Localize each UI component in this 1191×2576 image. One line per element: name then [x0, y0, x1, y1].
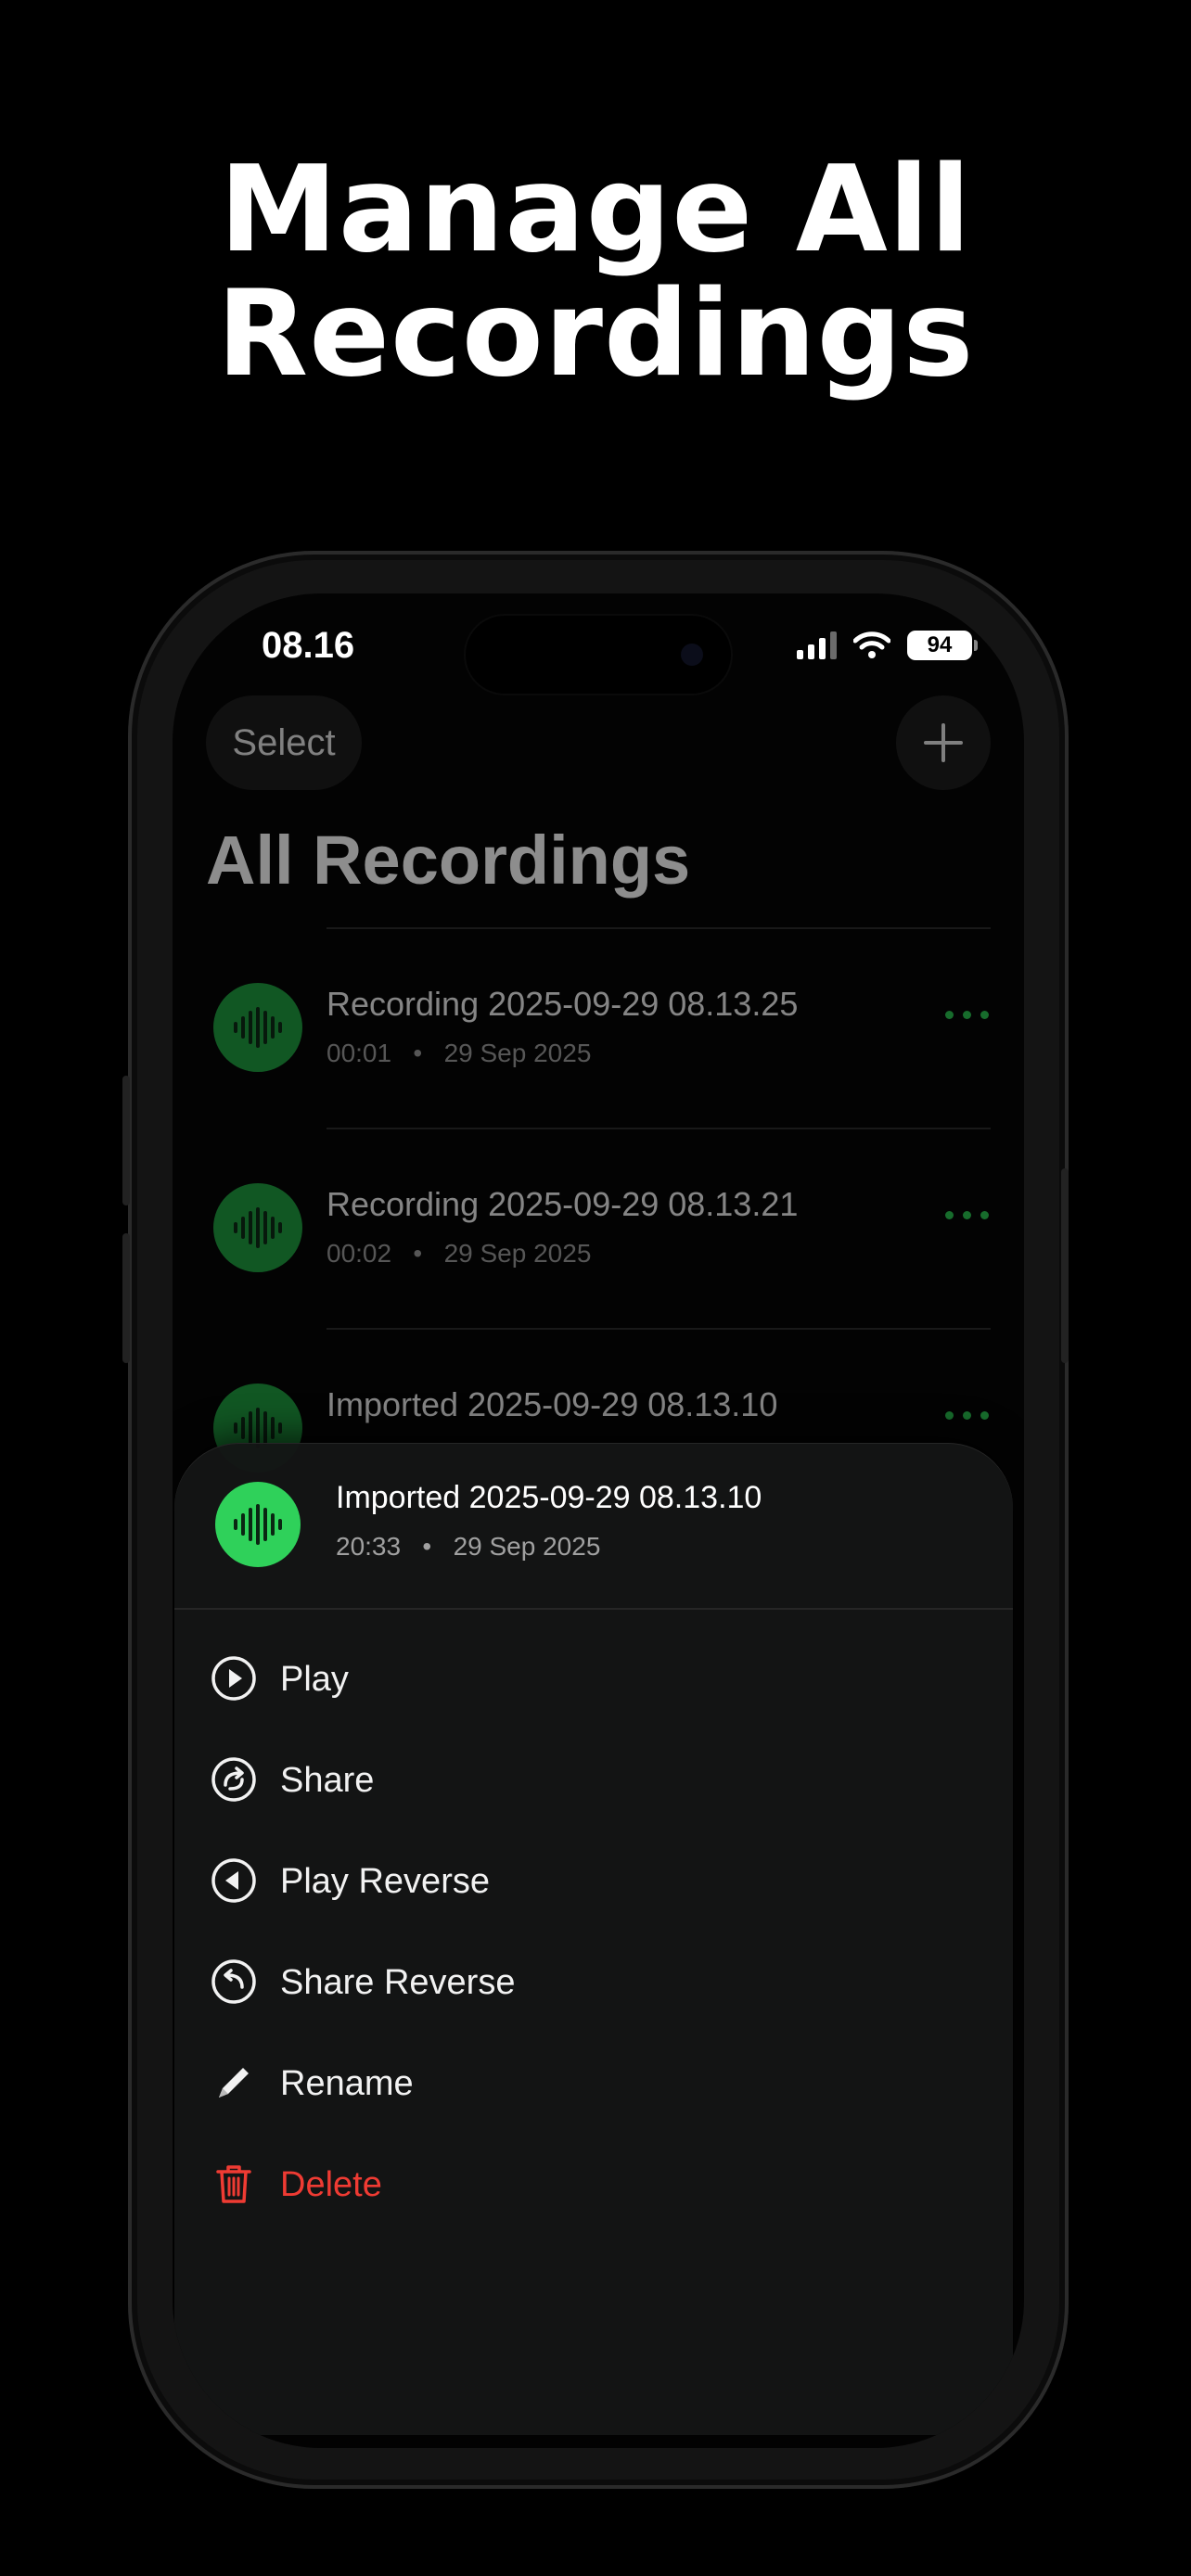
waveform-icon [215, 1482, 301, 1567]
volume-up-button [122, 1076, 130, 1205]
context-menu-sheet: Imported 2025-09-29 08.13.10 20:33 • 29 … [174, 1443, 1013, 2435]
menu-item-label: Delete [280, 2165, 382, 2204]
recording-date: 29 Sep 2025 [443, 1039, 592, 1067]
plus-icon [924, 723, 963, 762]
menu-item-delete[interactable]: Delete [174, 2134, 1013, 2235]
more-options-icon[interactable] [945, 1411, 989, 1420]
pencil-icon [219, 2068, 249, 2098]
sheet-header: Imported 2025-09-29 08.13.10 20:33 • 29 … [174, 1443, 1013, 1610]
power-button [1061, 1168, 1069, 1363]
menu-item-label: Share [280, 1761, 375, 1800]
more-options-icon[interactable] [945, 1211, 989, 1219]
recording-duration: 00:02 [327, 1239, 392, 1268]
recording-duration: 00:01 [327, 1039, 392, 1067]
divider [327, 1328, 991, 1330]
menu-item-label: Share Reverse [280, 1963, 516, 2002]
menu-item-share[interactable]: Share [174, 1729, 1013, 1830]
divider [327, 927, 991, 929]
recording-meta: 00:02 • 29 Sep 2025 [327, 1239, 591, 1269]
menu-item-label: Play Reverse [280, 1862, 490, 1901]
action-menu: Play Share Play Reverse Share Reverse Re… [174, 1628, 1013, 2235]
page-title: All Recordings [206, 822, 691, 899]
waveform-icon [213, 1183, 302, 1272]
share-circle-icon [211, 1757, 256, 1802]
recording-date: 29 Sep 2025 [443, 1239, 592, 1268]
recording-meta: 00:01 • 29 Sep 2025 [327, 1039, 591, 1068]
phone-screen: 08.16 94 Select All Recordings Recording… [173, 593, 1024, 2448]
trash-icon [216, 2165, 251, 2203]
menu-item-rename[interactable]: Rename [174, 2033, 1013, 2134]
promo-headline: Manage All Recordings [0, 148, 1191, 397]
menu-item-label: Rename [280, 2064, 414, 2103]
recording-title: Recording 2025-09-29 08.13.21 [327, 1185, 799, 1223]
select-button[interactable]: Select [206, 695, 362, 790]
list-item[interactable]: Recording 2025-09-29 08.13.21 00:02 • 29… [173, 1128, 1024, 1328]
recording-title: Recording 2025-09-29 08.13.25 [327, 985, 799, 1023]
divider [327, 1128, 991, 1129]
recording-title: Imported 2025-09-29 08.13.10 [327, 1385, 778, 1423]
headline-line-2: Recordings [216, 265, 975, 403]
recordings-list: Recording 2025-09-29 08.13.25 00:01 • 29… [173, 927, 1024, 1528]
reverse-play-circle-icon [211, 1858, 256, 1903]
play-circle-icon [211, 1656, 256, 1701]
menu-item-play-reverse[interactable]: Play Reverse [174, 1830, 1013, 1932]
volume-down-button [122, 1233, 130, 1363]
sheet-duration: 20:33 [336, 1532, 402, 1561]
menu-item-play[interactable]: Play [174, 1628, 1013, 1729]
sheet-recording-meta: 20:33 • 29 Sep 2025 [336, 1532, 600, 1562]
meta-separator: • [422, 1532, 432, 1561]
reverse-share-circle-icon [211, 1959, 256, 2004]
add-recording-button[interactable] [896, 695, 991, 790]
menu-item-label: Play [280, 1660, 349, 1699]
headline-line-1: Manage All [219, 141, 972, 279]
sheet-recording-title: Imported 2025-09-29 08.13.10 [336, 1480, 762, 1515]
menu-item-share-reverse[interactable]: Share Reverse [174, 1932, 1013, 2033]
waveform-icon [213, 983, 302, 1072]
list-item[interactable]: Recording 2025-09-29 08.13.25 00:01 • 29… [173, 927, 1024, 1128]
meta-separator: • [413, 1039, 423, 1067]
meta-separator: • [413, 1239, 423, 1268]
sheet-date: 29 Sep 2025 [453, 1532, 601, 1561]
more-options-icon[interactable] [945, 1011, 989, 1019]
